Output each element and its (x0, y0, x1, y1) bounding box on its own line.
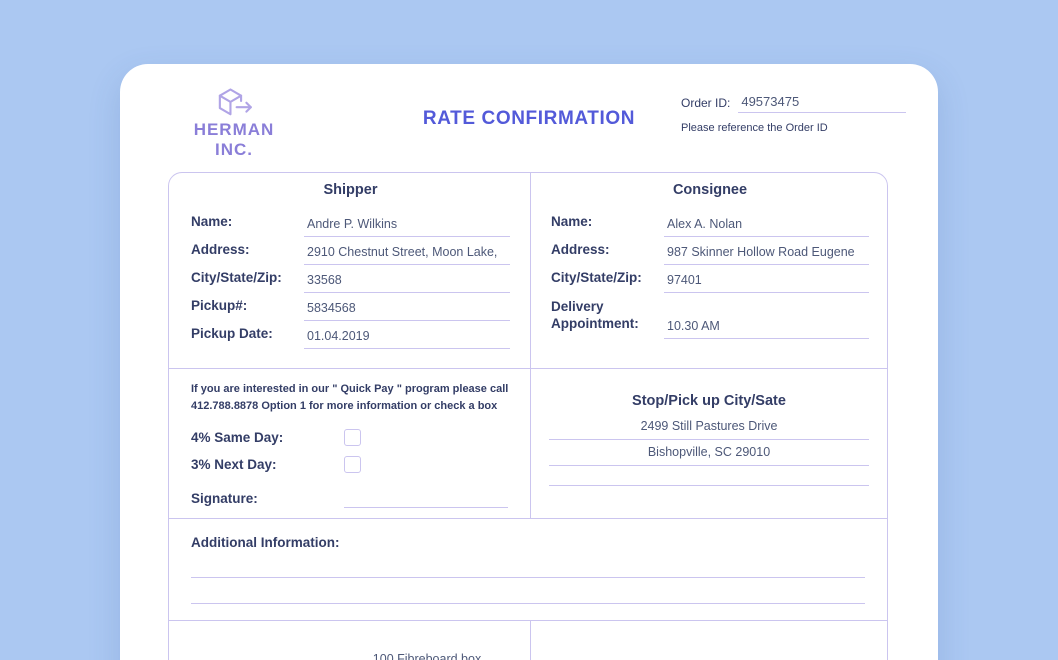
next-day-row: 3% Next Day: (191, 451, 520, 478)
shipper-citystatezip-input[interactable]: 33568 (304, 273, 510, 293)
consignee-delivery-appointment-label: Delivery Appointment: (551, 299, 664, 339)
tarp-column: TARP REQUIRED Yes No (531, 621, 887, 660)
signature-row: Signature: (191, 478, 508, 508)
consignee-citystatezip-row: City/State/Zip: 97401 (551, 265, 869, 293)
order-id-input[interactable]: 49573475 (738, 94, 906, 113)
rate-confirmation-document: HERMAN INC. RATE CONFIRMATION Order ID: … (120, 64, 938, 660)
consignee-citystatezip-input[interactable]: 97401 (664, 273, 869, 293)
consignee-address-input[interactable]: 987 Skinner Hollow Road Eugene (664, 245, 869, 265)
shipper-address-input[interactable]: 2910 Chestnut Street, Moon Lake, (304, 245, 510, 265)
stop-pickup-line-1[interactable]: 2499 Still Pastures Drive (549, 419, 869, 440)
order-id-hint: Please reference the Order ID (681, 122, 906, 134)
shipper-citystatezip-row: City/State/Zip: 33568 (191, 265, 510, 293)
consignee-name-row: Name: Alex A. Nolan (551, 209, 869, 237)
signature-label: Signature: (191, 491, 344, 508)
page-background: HERMAN INC. RATE CONFIRMATION Order ID: … (0, 0, 1058, 660)
next-day-label: 3% Next Day: (191, 457, 344, 472)
shipper-pickup-number-input[interactable]: 5834568 (304, 301, 510, 321)
shipper-pickup-date-input[interactable]: 01.04.2019 (304, 329, 510, 349)
additional-info-line-1[interactable] (191, 552, 865, 578)
shipper-heading: Shipper (191, 182, 510, 198)
commodity-input[interactable]: 100 Fibreboard box (344, 652, 510, 660)
consignee-name-input[interactable]: Alex A. Nolan (664, 217, 869, 237)
stop-pickup-line-3[interactable] (549, 471, 869, 486)
consignee-address-row: Address: 987 Skinner Hollow Road Eugene (551, 237, 869, 265)
additional-info-label: Additional Information: (191, 535, 865, 550)
shipper-consignee-section: Shipper Name: Andre P. Wilkins Address: … (169, 173, 887, 369)
consignee-delivery-appointment-input[interactable]: 10.30 AM (664, 319, 869, 339)
shipper-pickup-date-label: Pickup Date: (191, 326, 304, 349)
next-day-checkbox[interactable] (344, 456, 361, 473)
shipper-address-label: Address: (191, 242, 304, 265)
additional-info-section: Additional Information: (169, 519, 887, 621)
shipper-pickup-date-row: Pickup Date: 01.04.2019 (191, 321, 510, 349)
consignee-address-label: Address: (551, 242, 664, 265)
consignee-name-label: Name: (551, 214, 664, 237)
commodity-tarp-section: Commodity: 100 Fibreboard box TARP REQUI… (169, 621, 887, 660)
commodity-column: Commodity: 100 Fibreboard box (169, 621, 531, 660)
shipper-citystatezip-label: City/State/Zip: (191, 270, 304, 293)
shipper-column: Shipper Name: Andre P. Wilkins Address: … (169, 173, 531, 368)
consignee-citystatezip-label: City/State/Zip: (551, 270, 664, 293)
shipper-name-row: Name: Andre P. Wilkins (191, 209, 510, 237)
stop-pickup-heading: Stop/Pick up City/Sate (549, 393, 869, 409)
shipper-name-label: Name: (191, 214, 304, 237)
order-id-block: Order ID: 49573475 Please reference the … (681, 94, 906, 134)
quick-pay-notice: If you are interested in our " Quick Pay… (191, 381, 513, 414)
same-day-checkbox[interactable] (344, 429, 361, 446)
same-day-label: 4% Same Day: (191, 430, 344, 445)
shipper-pickup-number-row: Pickup#: 5834568 (191, 293, 510, 321)
additional-info-line-2[interactable] (191, 578, 865, 604)
quick-pay-column: If you are interested in our " Quick Pay… (169, 369, 531, 518)
stop-pickup-line-2[interactable]: Bishopville, SC 29010 (549, 445, 869, 466)
rate-confirmation-form: Shipper Name: Andre P. Wilkins Address: … (168, 172, 888, 660)
shipper-address-row: Address: 2910 Chestnut Street, Moon Lake… (191, 237, 510, 265)
quickpay-stop-section: If you are interested in our " Quick Pay… (169, 369, 887, 519)
signature-input[interactable] (344, 488, 508, 508)
consignee-heading: Consignee (551, 182, 869, 198)
shipper-pickup-number-label: Pickup#: (191, 298, 304, 321)
consignee-column: Consignee Name: Alex A. Nolan Address: 9… (531, 173, 887, 368)
consignee-delivery-appointment-row: Delivery Appointment: 10.30 AM (551, 293, 869, 339)
stop-pickup-column: Stop/Pick up City/Sate 2499 Still Pastur… (531, 369, 887, 518)
same-day-row: 4% Same Day: (191, 424, 520, 451)
shipper-name-input[interactable]: Andre P. Wilkins (304, 217, 510, 237)
order-id-label: Order ID: (681, 96, 730, 113)
